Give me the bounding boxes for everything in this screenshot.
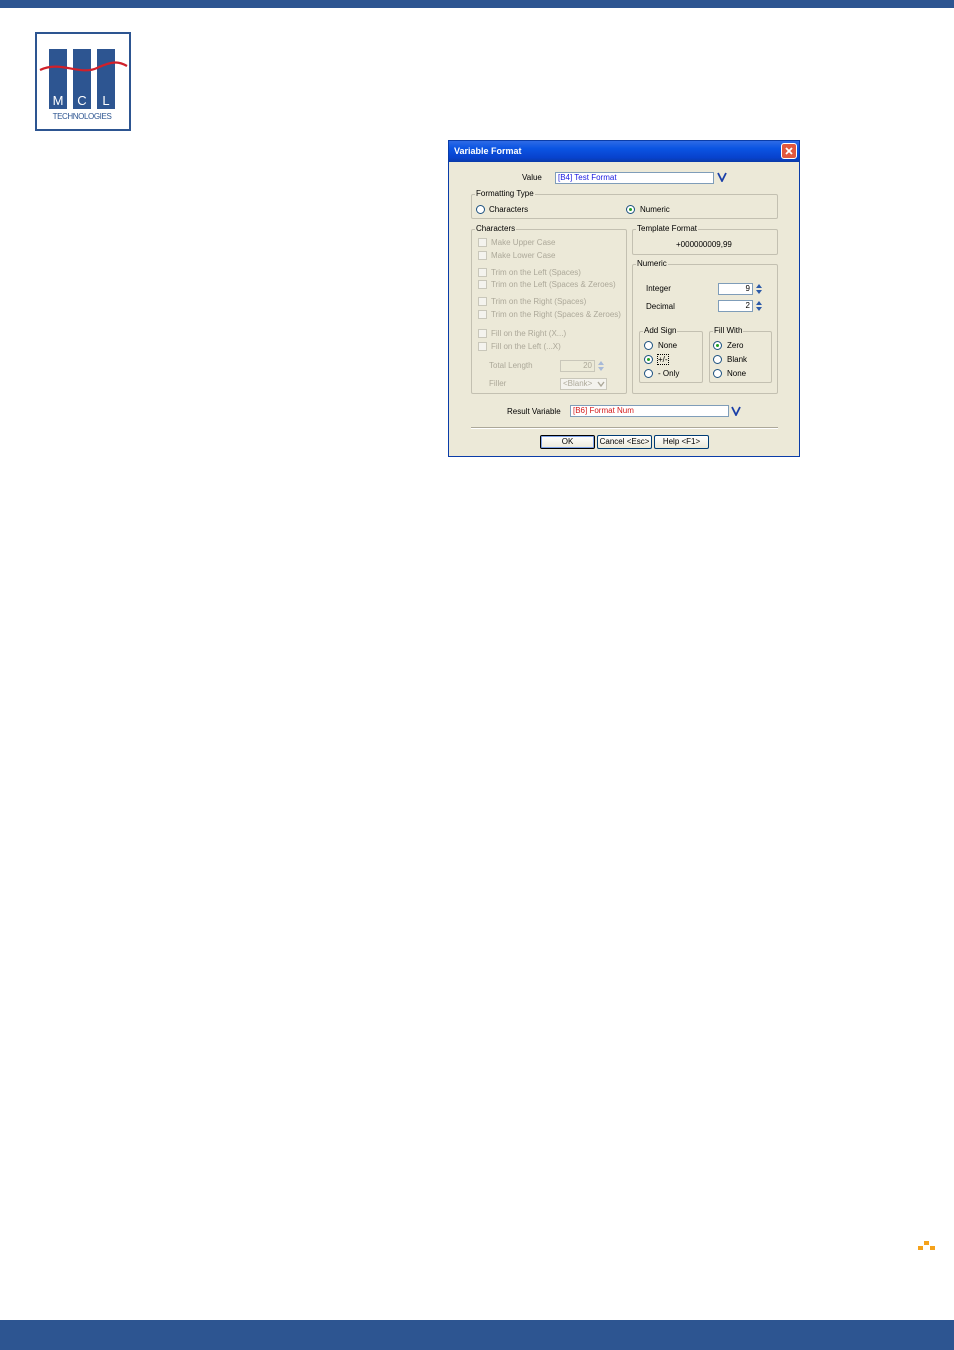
decimal-spinner-icon[interactable] <box>755 300 763 312</box>
variable-format-dialog: Variable Format Value [B4] Test Format F… <box>448 140 800 457</box>
cancel-button[interactable]: Cancel <Esc> <box>597 435 652 449</box>
header-bar <box>0 0 954 8</box>
dialog-title-bar: Variable Format <box>449 141 799 162</box>
decimal-input[interactable]: 2 <box>718 300 753 312</box>
radio-sign-none-label: None <box>658 341 678 350</box>
radio-characters[interactable] <box>476 205 485 214</box>
value-label: Value <box>522 173 542 182</box>
dialog-title: Variable Format <box>454 146 522 156</box>
value-select-icon[interactable] <box>717 172 727 182</box>
total-length-label: Total Length <box>489 361 533 370</box>
label-trim-left-spaces: Trim on the Left (Spaces) <box>491 268 581 277</box>
close-icon <box>785 147 793 155</box>
checkbox-upper-case[interactable] <box>478 238 487 247</box>
radio-fill-blank[interactable] <box>713 355 722 364</box>
numeric-group: Numeric Integer 9 Decimal 2 Add Sign Non… <box>632 259 778 394</box>
radio-fill-none-label: None <box>727 369 747 378</box>
radio-numeric[interactable] <box>626 205 635 214</box>
template-format-value: +000000009,99 <box>676 240 732 249</box>
add-sign-group: Add Sign None +/- - Only <box>639 326 703 383</box>
help-button[interactable]: Help <F1> <box>654 435 709 449</box>
result-select-icon[interactable] <box>731 406 741 416</box>
radio-sign-minus-only-label: - Only <box>658 369 680 378</box>
checkbox-trim-right-zeroes[interactable] <box>478 310 487 319</box>
result-variable-field[interactable]: [B6] Format Num <box>570 405 729 417</box>
ok-button[interactable]: OK <box>540 435 595 449</box>
formatting-type-legend: Formatting Type <box>475 189 535 198</box>
integer-spinner-icon[interactable] <box>755 283 763 295</box>
filler-value: <Blank> <box>563 379 593 388</box>
radio-sign-plus-minus[interactable] <box>644 355 653 364</box>
radio-fill-zero-label: Zero <box>727 341 744 350</box>
total-length-spinner-icon[interactable] <box>597 360 605 372</box>
radio-fill-none[interactable] <box>713 369 722 378</box>
radio-sign-plus-minus-label: +/- <box>657 354 669 365</box>
checkbox-trim-left-zeroes[interactable] <box>478 280 487 289</box>
formatting-type-group: Formatting Type Characters Numeric <box>471 189 778 219</box>
label-trim-right-zeroes: Trim on the Right (Spaces & Zeroes) <box>491 310 621 319</box>
label-fill-left: Fill on the Left (...X) <box>491 342 561 351</box>
value-field[interactable]: [B4] Test Format <box>555 172 714 184</box>
radio-sign-minus-only[interactable] <box>644 369 653 378</box>
result-variable-label: Result Variable <box>507 407 561 416</box>
radio-characters-label: Characters <box>489 205 529 214</box>
logo-letter-l: L <box>102 93 109 108</box>
radio-sign-none[interactable] <box>644 341 653 350</box>
numeric-legend: Numeric <box>636 259 668 268</box>
integer-label: Integer <box>646 284 671 293</box>
radio-fill-zero[interactable] <box>713 341 722 350</box>
template-format-legend: Template Format <box>636 224 699 233</box>
filler-select[interactable]: <Blank> <box>560 378 607 390</box>
chevron-down-icon <box>597 381 605 388</box>
logo-subtitle: TECHNOLOGIES <box>53 112 112 121</box>
checkbox-trim-left-spaces[interactable] <box>478 268 487 277</box>
close-button[interactable] <box>781 143 797 159</box>
filler-label: Filler <box>489 379 507 388</box>
label-trim-left-zeroes: Trim on the Left (Spaces & Zeroes) <box>491 280 616 289</box>
label-upper-case: Make Upper Case <box>491 238 556 247</box>
radio-fill-blank-label: Blank <box>727 355 748 364</box>
logo-letter-m: M <box>53 93 64 108</box>
divider <box>471 427 778 429</box>
template-format-group: Template Format +000000009,99 <box>632 224 778 255</box>
characters-group: Characters Make Upper Case Make Lower Ca… <box>471 224 627 394</box>
logo-letter-c: C <box>77 93 86 108</box>
integer-input[interactable]: 9 <box>718 283 753 295</box>
characters-legend: Characters <box>475 224 517 233</box>
label-fill-right: Fill on the Right (X...) <box>491 329 567 338</box>
checkbox-lower-case[interactable] <box>478 251 487 260</box>
fill-with-group: Fill With Zero Blank None <box>709 326 772 383</box>
radio-numeric-label: Numeric <box>640 205 670 214</box>
label-trim-right-spaces: Trim on the Right (Spaces) <box>491 297 587 306</box>
checkbox-fill-left[interactable] <box>478 342 487 351</box>
corner-mark-icon <box>918 1241 935 1250</box>
fill-with-legend: Fill With <box>713 326 744 335</box>
total-length-input[interactable]: 20 <box>560 360 595 372</box>
decimal-label: Decimal <box>646 302 675 311</box>
add-sign-legend: Add Sign <box>643 326 678 335</box>
checkbox-fill-right[interactable] <box>478 329 487 338</box>
mcl-logo: M C L TECHNOLOGIES <box>35 32 131 131</box>
checkbox-trim-right-spaces[interactable] <box>478 297 487 306</box>
footer-bar <box>0 1320 954 1350</box>
label-lower-case: Make Lower Case <box>491 251 556 260</box>
